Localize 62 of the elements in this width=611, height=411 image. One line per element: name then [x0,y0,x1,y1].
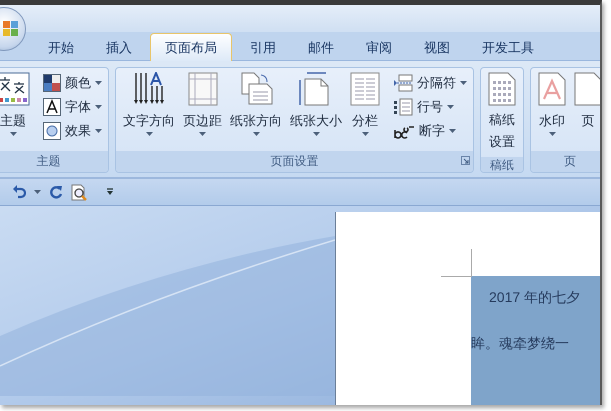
ribbon-tab[interactable]: 页面布局 [150,33,232,61]
ribbon-small-button[interactable]: 断字 [391,121,469,141]
ribbon-button[interactable]: 主题 [0,70,33,149]
ribbon-button[interactable]: 纸张大小 [287,70,345,149]
undo-icon[interactable] [12,185,26,199]
ribbon-small-button[interactable]: 行号 [391,97,469,117]
dropdown-caret-icon [312,132,320,136]
ribbon-button[interactable]: 纸张方向 [227,70,285,149]
dropdown-caret-icon [447,105,454,109]
ribbon-small-button[interactable]: 分隔符 [391,73,469,93]
ribbon-button[interactable]: 水印 [535,70,569,149]
breaks-icon [393,74,413,92]
colors-icon [43,74,61,92]
group-label: 稿纸 [490,157,514,172]
customize-toolbar-icon[interactable] [106,188,114,196]
ribbon-button[interactable]: 分栏 [347,70,383,149]
ribbon-tab[interactable]: 视图 [410,34,464,60]
ribbon-button[interactable]: 页 [571,70,600,149]
dropdown-caret-icon [146,132,152,136]
crop-mark-icon [441,249,472,277]
ribbon-tab[interactable]: 插入 [92,34,146,60]
grid-paper-icon [488,72,516,106]
group-label: 主题 [36,153,60,170]
dropdown-caret-icon [548,132,556,136]
ribbon-small-button[interactable]: 颜色 [41,73,104,93]
dropdown-caret-icon [95,105,102,109]
undo-dropdown-icon [34,190,41,194]
dropdown-caret-icon [95,81,102,85]
ribbon-tab[interactable]: 开始 [34,34,88,60]
ribbon-button[interactable]: 稿纸设置 [485,70,519,155]
dropdown-caret-icon [10,132,16,136]
columns-icon [350,72,380,106]
ribbon-tab[interactable]: 审阅 [352,34,406,60]
ribbon-button[interactable]: 文字方向 [120,70,178,149]
document-text: 眸。魂牵梦绕一 [471,335,569,351]
dropdown-caret-icon [449,129,456,133]
print-preview-icon[interactable] [71,184,88,200]
group-label: 页面设置 [270,153,318,170]
dropdown-caret-icon [95,129,102,133]
dialog-launcher-icon[interactable] [461,156,470,165]
ribbon-tab[interactable]: 邮件 [294,34,348,60]
watermark-icon [538,72,566,106]
ribbon-small-button[interactable]: 字体 [41,97,104,117]
document-text: 2017 年的七夕 [489,289,580,305]
dropdown-caret-icon [362,132,368,136]
line-numbers-icon [393,98,413,116]
ribbon-small-button[interactable]: 效果 [41,121,104,141]
ribbon-tab[interactable]: 引用 [236,34,290,60]
orientation-icon [239,72,273,106]
dropdown-caret-icon [460,81,467,85]
text-direction-icon [132,72,166,106]
ribbon-tab[interactable]: 开发工具 [468,34,548,60]
group-label: 页 [564,153,576,170]
redo-icon[interactable] [49,185,63,199]
dropdown-caret-icon [199,132,206,136]
office-logo-icon [3,20,19,38]
ribbon-button[interactable]: 页边距 [180,70,225,149]
fonts-icon [43,98,61,116]
effects-icon [43,122,61,140]
theme-icon [0,72,30,106]
margins-icon [188,72,218,106]
dropdown-caret-icon [252,132,260,136]
